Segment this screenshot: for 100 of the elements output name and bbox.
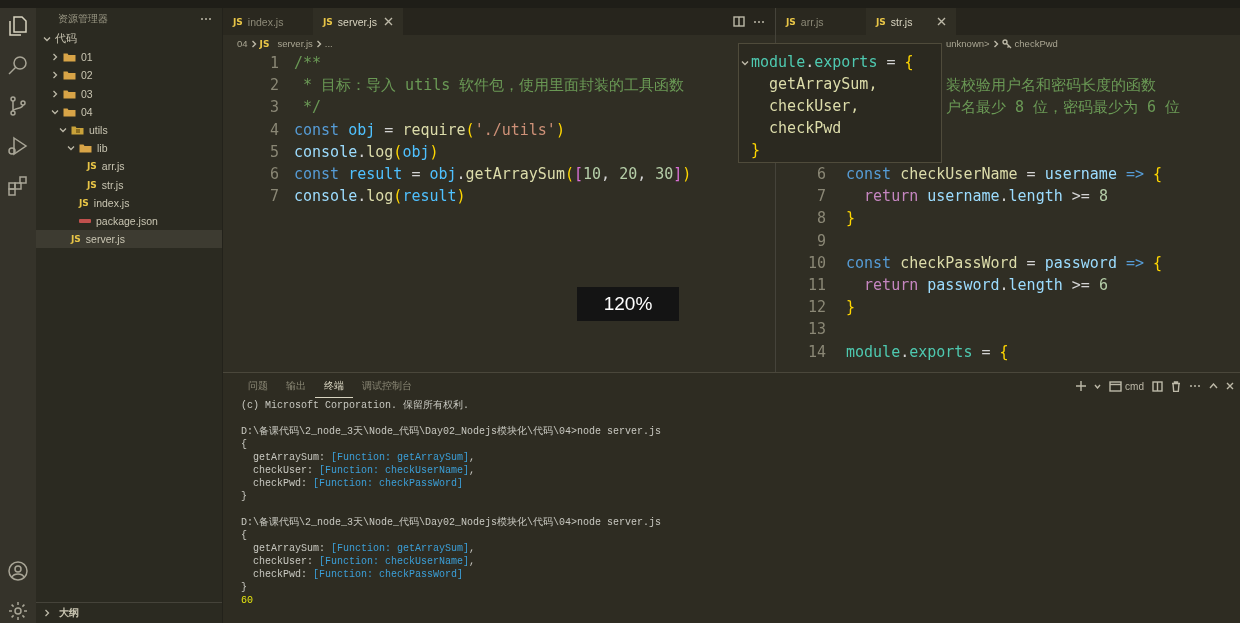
line-number: 4: [268, 120, 280, 139]
run-debug-icon[interactable]: [6, 134, 30, 158]
line-number: 6: [268, 165, 280, 184]
editor-tab[interactable]: JS str.js: [866, 8, 956, 35]
terminal-line: (c) Microsoft Corporation. 保留所有权利.: [241, 400, 470, 411]
tree-item[interactable]: lib: [36, 139, 222, 158]
tree-item[interactable]: JS str.js: [36, 175, 222, 194]
terminal-line: {: [241, 530, 247, 541]
code-line: const obj = require('./utils'): [294, 120, 565, 139]
panel-tab[interactable]: 输出: [277, 374, 315, 398]
outline-section[interactable]: 大纲: [36, 602, 222, 623]
close-icon: [384, 17, 393, 26]
terminal-line: 60: [241, 595, 253, 606]
js-file-icon: JS: [87, 161, 97, 172]
breadcrumb-item[interactable]: JS server.js: [259, 38, 313, 49]
tree-item[interactable]: JS index.js: [36, 193, 222, 212]
terminal-line: }: [241, 582, 247, 593]
code-line: /**: [294, 54, 322, 73]
code-line: const checkPassWord = password => {: [846, 253, 1163, 272]
line-number: 11: [806, 275, 827, 294]
breadcrumb-item[interactable]: unknown>: [946, 38, 990, 49]
tree-item[interactable]: 代码: [36, 30, 222, 49]
code-line: checkUser,: [768, 97, 860, 115]
terminal-line: getArraySum: [Function: getArraySum],: [252, 543, 476, 554]
settings-icon[interactable]: [6, 599, 30, 623]
line-number: 6: [815, 165, 827, 184]
account-icon[interactable]: [6, 559, 30, 583]
chevron-icon: [250, 39, 257, 48]
more-icon: [753, 19, 765, 24]
tree-item[interactable]: 02: [36, 66, 222, 85]
panel-tab[interactable]: 终端: [315, 374, 353, 398]
js-file-icon: JS: [87, 179, 97, 190]
chevron-up-icon: [1209, 383, 1218, 389]
tree-item[interactable]: 03: [36, 84, 222, 103]
code-line: * 目标：导入 utils 软件包，使用里面封装的工具函数: [302, 75, 685, 95]
folder-icon: [71, 125, 84, 136]
terminal-line: D:\备课代码\2_node_3天\Node_代码\Day02_Nodejs模块化\代码\04>node server.js: [241, 517, 662, 528]
code-line: }: [846, 298, 856, 317]
tree-item[interactable]: 01: [36, 48, 222, 67]
code-line: return username.length >= 8: [863, 187, 1108, 206]
js-file-icon: JS: [323, 16, 333, 27]
js-file-icon: JS: [233, 16, 243, 27]
folder-icon: [63, 52, 76, 63]
breadcrumb-item[interactable]: 04: [237, 38, 248, 49]
chevron-icon: [315, 39, 322, 48]
panel-tab[interactable]: 问题: [239, 374, 277, 398]
terminal-line: checkPwd: [Function: checkPassWord]: [252, 569, 464, 580]
folder-icon: [63, 70, 76, 81]
code-line: const checkUserName = username => {: [846, 165, 1163, 184]
chevron-down-icon: [1094, 383, 1102, 389]
panel-tab[interactable]: 调试控制台: [353, 374, 421, 398]
sidebar-title: 资源管理器: [58, 12, 108, 26]
code-line: console.log(result): [294, 187, 466, 206]
line-number: 9: [815, 231, 827, 250]
breadcrumb-item[interactable]: checkPwd: [1001, 38, 1058, 49]
terminal-icon: [1109, 380, 1123, 392]
line-number: 7: [268, 187, 280, 206]
code-line: module.exports = {: [846, 342, 1009, 361]
tree-item[interactable]: 04: [36, 102, 222, 121]
terminal-line: checkUser: [Function: checkUserName],: [252, 556, 476, 567]
terminal-selector[interactable]: cmd: [1109, 380, 1144, 392]
line-number: 13: [806, 320, 827, 339]
terminal-line: {: [241, 439, 247, 450]
extensions-icon[interactable]: [6, 174, 30, 198]
key-icon: [1001, 38, 1012, 49]
split-terminal-icon: [1152, 380, 1163, 392]
line-number: 14: [806, 342, 827, 361]
js-file-icon: JS: [259, 38, 270, 49]
code-line: return password.length >= 6: [863, 275, 1108, 294]
terminal-line: D:\备课代码\2_node_3天\Node_代码\Day02_Nodejs模块化\代码\04>node server.js: [241, 426, 662, 437]
code-line: }: [751, 141, 761, 159]
js-file-icon: JS: [876, 16, 886, 27]
line-number: 10: [806, 253, 827, 272]
breadcrumb-item[interactable]: ...: [324, 38, 333, 49]
line-number: 3: [268, 98, 280, 117]
zoom-level-label: 120%: [577, 287, 679, 321]
tree-item[interactable]: utils: [36, 120, 222, 140]
editor-tab[interactable]: JS server.js: [313, 8, 403, 35]
line-number: 8: [815, 209, 827, 228]
split-editor-icon: [733, 16, 745, 27]
code-line: console.log(obj): [294, 142, 439, 161]
line-number: 5: [268, 142, 280, 161]
line-number: 2: [268, 76, 280, 95]
tree-item[interactable]: package.json: [36, 211, 222, 231]
code-line: 户名最少 8 位，密码最少为 6 位: [946, 97, 1181, 117]
files-icon[interactable]: [6, 14, 30, 38]
terminal-line: }: [241, 491, 247, 502]
tree-item[interactable]: JS arr.js: [36, 157, 222, 176]
js-file-icon: JS: [79, 197, 89, 208]
more-icon: [200, 17, 212, 21]
tree-item[interactable]: JS server.js: [36, 230, 222, 249]
code-line: 装校验用户名和密码长度的函数: [946, 75, 1156, 95]
folder-icon: [63, 106, 76, 117]
code-line: }: [846, 209, 856, 228]
terminal-line: getArraySum: [Function: getArraySum],: [252, 452, 476, 463]
code-line: checkPwd: [768, 119, 842, 137]
line-number: 12: [806, 298, 827, 317]
code-line: getArraySum,: [768, 75, 878, 93]
more-icon: [1189, 384, 1201, 388]
code-line: */: [302, 98, 322, 117]
